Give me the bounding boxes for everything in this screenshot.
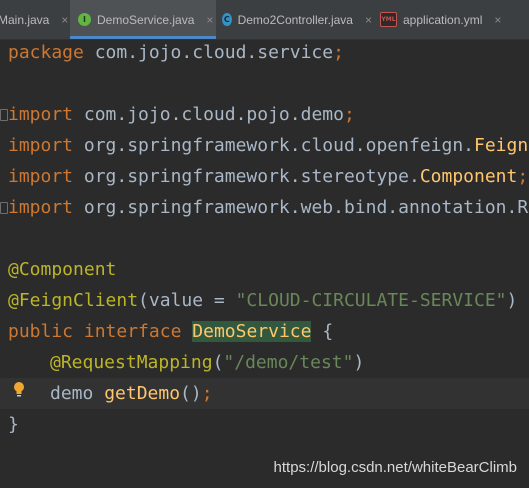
editor-tab-bar: Main.java × I DemoService.java × C Demo2… bbox=[0, 0, 529, 40]
yml-file-icon: YML bbox=[380, 12, 397, 27]
tab-demoservice-java[interactable]: I DemoService.java × bbox=[70, 0, 216, 39]
code-line-import-2: import org.springframework.cloud.openfei… bbox=[8, 135, 529, 156]
interface-file-icon: I bbox=[78, 13, 91, 26]
code-line-import-3: import org.springframework.stereotype.Co… bbox=[8, 166, 529, 187]
close-icon[interactable]: × bbox=[206, 13, 213, 27]
tab-application-yml[interactable]: YML application.yml × bbox=[380, 0, 529, 39]
code-line-closing-brace: } bbox=[8, 414, 19, 435]
tab-label: application.yml bbox=[403, 12, 483, 27]
code-line-method-declaration: demo getDemo(); bbox=[50, 383, 213, 404]
fold-marker-icon[interactable] bbox=[0, 202, 8, 214]
fold-marker-icon[interactable] bbox=[0, 109, 8, 121]
code-editor[interactable]: package com.jojo.cloud.service; import c… bbox=[0, 39, 529, 488]
class-file-icon: C bbox=[222, 13, 232, 26]
tab-label: DemoService.java bbox=[97, 12, 195, 27]
code-line-annotation-component: @Component bbox=[8, 259, 117, 280]
close-icon[interactable]: × bbox=[494, 13, 501, 27]
lightbulb-intention-icon[interactable] bbox=[12, 381, 26, 401]
close-icon[interactable]: × bbox=[365, 13, 372, 27]
watermark: https://blog.csdn.net/whiteBearClimb bbox=[273, 459, 517, 476]
tab-label: Main.java bbox=[0, 12, 50, 27]
code-line-interface-declaration: public interface DemoService { bbox=[8, 321, 334, 342]
close-icon[interactable]: × bbox=[61, 13, 68, 27]
code-line-import-1: import com.jojo.cloud.pojo.demo; bbox=[8, 104, 355, 125]
tab-demo2controller-java[interactable]: C Demo2Controller.java × bbox=[222, 0, 372, 39]
identifier-highlight: DemoService bbox=[192, 321, 312, 342]
tab-main-java[interactable]: Main.java × bbox=[0, 0, 68, 39]
tab-label: Demo2Controller.java bbox=[237, 12, 353, 27]
code-line-import-4: import org.springframework.web.bind.anno… bbox=[8, 197, 529, 218]
code-line-annotation-feignclient: @FeignClient(value = "CLOUD-CIRCULATE-SE… bbox=[8, 290, 518, 311]
code-line-request-mapping: @RequestMapping("/demo/test") bbox=[50, 352, 365, 373]
code-line-package: package com.jojo.cloud.service; bbox=[8, 42, 344, 63]
